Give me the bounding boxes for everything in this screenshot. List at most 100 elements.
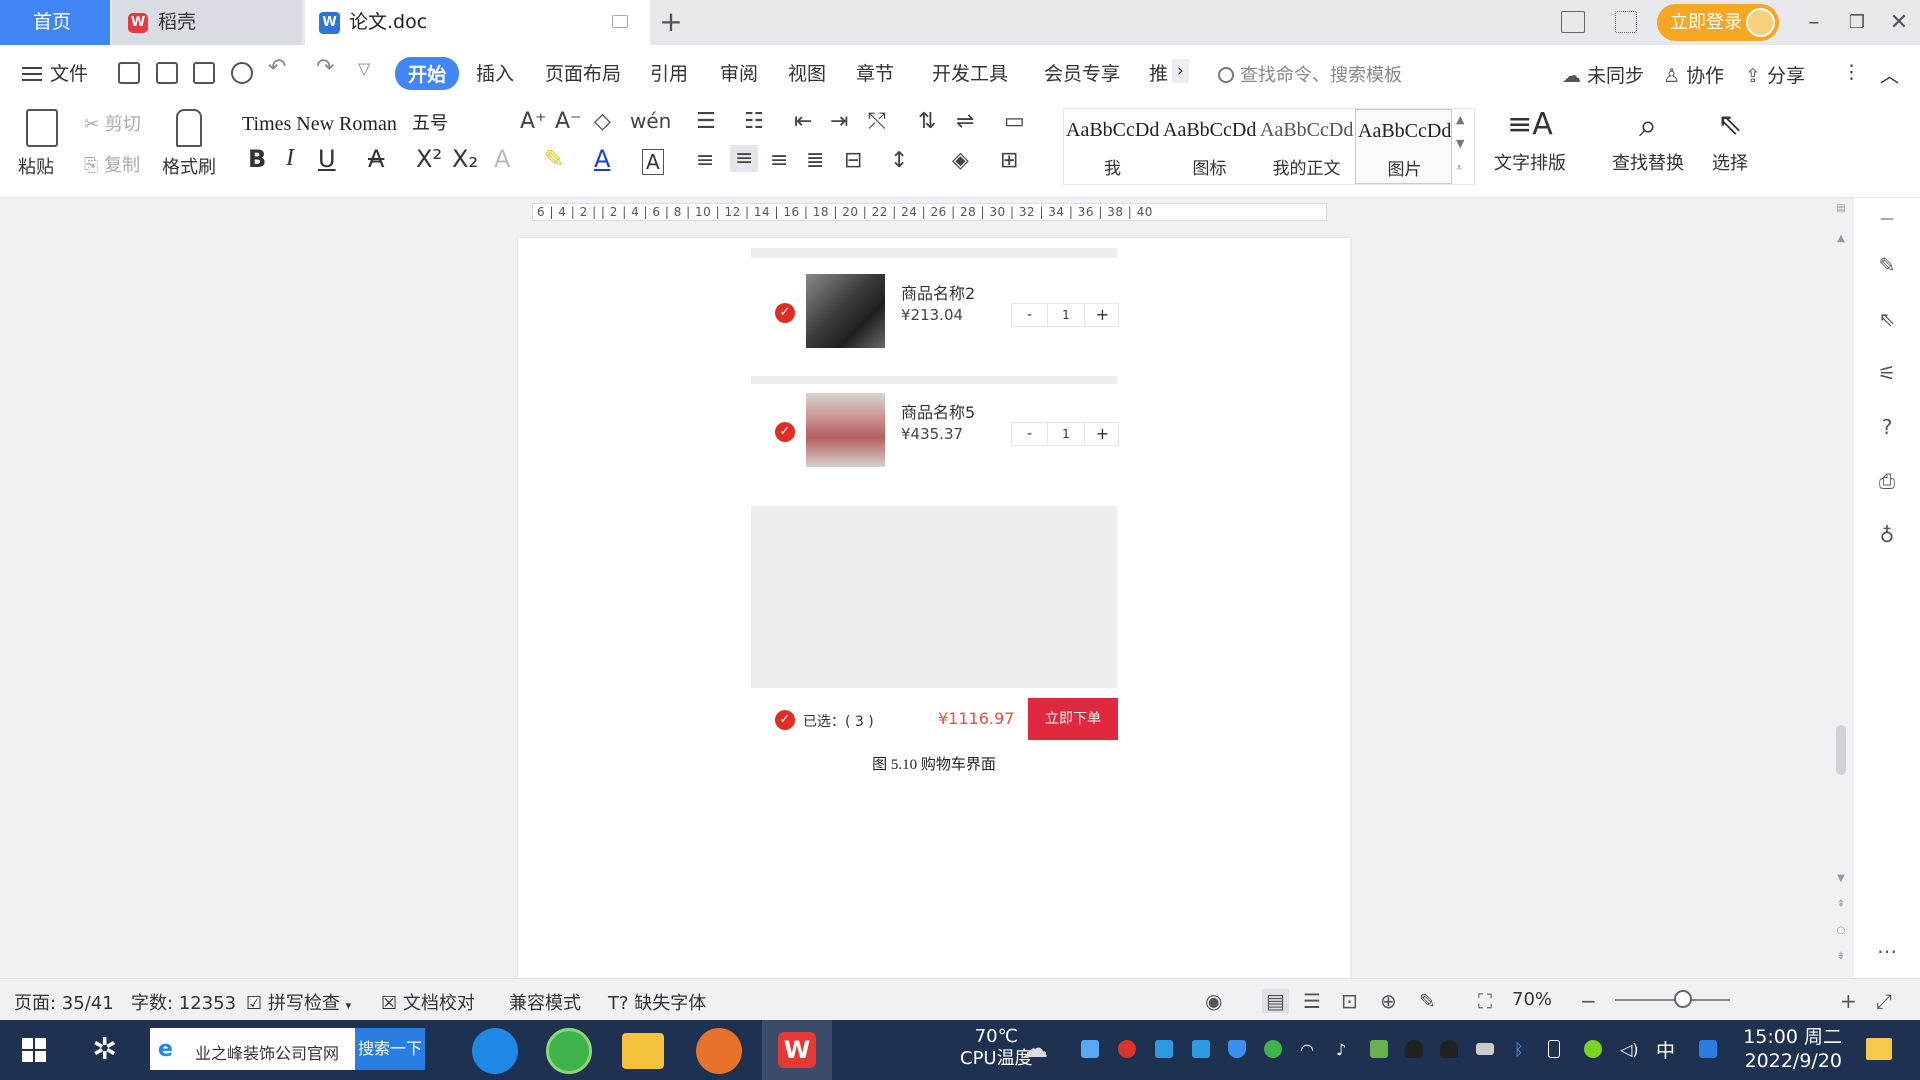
align-left-icon[interactable]: ≡ (696, 148, 714, 173)
document-page[interactable]: ✓ 商品名称2 ¥213.04 - 1 + ✓ 商品名称5 ¥435.37 - … (518, 238, 1350, 978)
word-count[interactable]: 字数: 12353 (131, 989, 236, 1015)
web-view-icon[interactable]: ⊕ (1380, 989, 1397, 1013)
help-icon[interactable]: ? (1874, 414, 1900, 440)
font-size-select[interactable]: 五号 (412, 109, 512, 139)
battery-icon[interactable] (1476, 1043, 1494, 1055)
login-button[interactable]: 立即登录 (1657, 4, 1779, 41)
font-color-icon[interactable]: A (594, 145, 610, 173)
wps-taskbar-button[interactable]: W (762, 1020, 832, 1080)
distributed-icon[interactable]: ⊟ (844, 148, 862, 173)
justify-icon[interactable]: ≣ (806, 148, 824, 173)
clear-format-icon[interactable]: ◇ (594, 109, 611, 134)
find-replace-button[interactable]: ⌕ 查找替换 (1612, 107, 1684, 175)
zoom-level[interactable]: 70% (1512, 989, 1552, 1010)
text-layout-button[interactable]: ≡A 文字排版 (1494, 107, 1566, 175)
taskbar-search-button[interactable]: 搜索一下 (355, 1028, 425, 1070)
compat-mode[interactable]: 兼容模式 (509, 989, 581, 1015)
file-menu[interactable]: 文件 (22, 59, 88, 86)
pinwheel-app-icon[interactable]: ✲ (92, 1032, 117, 1067)
scroll-up-icon[interactable]: ▲ (1834, 232, 1848, 246)
tray-app-icon[interactable] (1192, 1040, 1210, 1058)
new-tab-button[interactable]: + (656, 6, 686, 38)
align-center-icon[interactable]: ≡ (730, 145, 759, 172)
style-item[interactable]: AaBbCcDd 图标 (1161, 109, 1258, 184)
format-painter-button[interactable]: 格式刷 (162, 153, 216, 179)
minimize-icon[interactable]: – (1799, 8, 1829, 38)
align-right-icon[interactable]: ≡ (770, 148, 788, 173)
numbered-list-icon[interactable]: ☷ (744, 109, 764, 134)
weather-icon[interactable]: ☁ (1022, 1034, 1048, 1064)
chinese-layout-icon[interactable]: ⤲ (868, 109, 886, 134)
zoom-in-icon[interactable]: + (1840, 989, 1857, 1013)
select-browse-icon[interactable]: ○ (1834, 924, 1848, 938)
grow-font-icon[interactable]: A⁺ (520, 109, 547, 134)
tray-app-icon[interactable] (1155, 1040, 1173, 1058)
print-icon[interactable] (193, 62, 215, 84)
bullet-list-icon[interactable]: ☰ (696, 109, 716, 134)
highlight-icon[interactable]: ✎ (544, 145, 564, 173)
reading-view-icon[interactable]: ⊡ (1341, 989, 1358, 1013)
input-method[interactable]: 中 (1656, 1036, 1675, 1063)
style-item[interactable]: AaBbCcDd 图片 (1355, 109, 1452, 184)
undo-icon[interactable]: ↶ (268, 55, 286, 80)
sync-button[interactable]: ☁ 未同步 (1562, 61, 1644, 88)
pinyin-guide-icon[interactable]: wén (630, 109, 671, 133)
tab-references[interactable]: 引用 (650, 59, 688, 86)
nvidia-icon[interactable] (1370, 1040, 1388, 1058)
spell-check-button[interactable]: ☑ 拼写检查 ▾ (246, 989, 351, 1015)
vertical-scrollbar[interactable]: ▤ ▲ ▼ ⇞ ○ ⇟ (1832, 200, 1852, 978)
monitor-icon[interactable] (612, 15, 628, 28)
tray-app-icon[interactable] (1081, 1040, 1099, 1058)
tab-developer[interactable]: 开发工具 (932, 59, 1008, 86)
edit-icon[interactable]: ✎ (1874, 252, 1900, 278)
superscript-icon[interactable]: X² (416, 145, 442, 173)
tab-review[interactable]: 审阅 (720, 59, 758, 86)
taskbar-search[interactable]: e 业之峰装饰公司官网 搜索一下 (150, 1028, 425, 1070)
share-button[interactable]: ⇪ 分享 (1745, 61, 1805, 88)
cut-button[interactable]: ✂ 剪切 (84, 110, 141, 136)
tab-member[interactable]: 会员专享 (1044, 59, 1120, 86)
tab-page-layout[interactable]: 页面布局 (545, 59, 621, 86)
select-pointer-icon[interactable]: ⇖ (1874, 306, 1900, 332)
text-direction-icon[interactable]: ⇌ (956, 109, 974, 134)
proofread-button[interactable]: ☒ 文档校对 (381, 989, 475, 1015)
page-view-icon[interactable]: ▤ (1262, 989, 1289, 1013)
styles-up-icon[interactable]: ▲ (1456, 113, 1464, 126)
plugin-icon[interactable]: ♁ (1874, 522, 1900, 548)
layout-icon[interactable] (1561, 11, 1585, 33)
style-item[interactable]: AaBbCcDd 我 (1064, 109, 1161, 184)
grid-apps-icon[interactable] (1615, 11, 1637, 33)
collab-button[interactable]: ♙ 协作 (1663, 61, 1724, 88)
qq-icon[interactable] (1405, 1040, 1423, 1058)
missing-font-button[interactable]: T? 缺失字体 (608, 989, 706, 1015)
cat-app-icon[interactable] (696, 1028, 742, 1074)
char-border-icon[interactable]: A (642, 149, 664, 175)
redo-icon[interactable]: ↷ (316, 55, 334, 80)
font-name-select[interactable]: Times New Roman (238, 109, 409, 139)
underline-button[interactable]: U (318, 145, 336, 173)
adjust-icon[interactable]: ⚟ (1874, 360, 1900, 386)
strikethrough-icon[interactable]: A (368, 145, 384, 173)
tray-app-icon[interactable] (1584, 1040, 1602, 1058)
export-icon[interactable] (156, 62, 178, 84)
customize-toolbar-icon[interactable]: ▽ (358, 59, 370, 78)
styles-expand-icon[interactable]: ⩡ (1456, 161, 1462, 175)
borders-icon[interactable]: ⊞ (1000, 148, 1018, 173)
shading-icon[interactable]: ◈ (952, 148, 969, 173)
collapse-sidebar-icon[interactable]: — (1874, 206, 1900, 232)
tab-daoke[interactable]: W 稻壳 (112, 0, 302, 45)
zoom-slider-knob[interactable] (1674, 990, 1692, 1008)
outline-view-icon[interactable]: ☰ (1303, 989, 1321, 1013)
more-options-icon[interactable]: ⋯ (1874, 938, 1900, 964)
fullscreen-icon[interactable]: ⤢ (1876, 989, 1892, 1013)
italic-button[interactable]: I (286, 145, 294, 172)
write-mode-icon[interactable]: ✎ (1419, 989, 1436, 1013)
qq-icon[interactable] (1440, 1040, 1458, 1058)
restore-icon[interactable]: ❐ (1842, 8, 1872, 38)
line-spacing-icon[interactable]: ↕ (890, 148, 908, 173)
paste-icon[interactable] (26, 109, 58, 147)
360-browser-icon[interactable] (546, 1028, 592, 1074)
tray-app-icon[interactable] (1699, 1040, 1717, 1058)
format-painter-icon[interactable] (176, 109, 202, 147)
next-page-icon[interactable]: ⇟ (1834, 950, 1848, 964)
